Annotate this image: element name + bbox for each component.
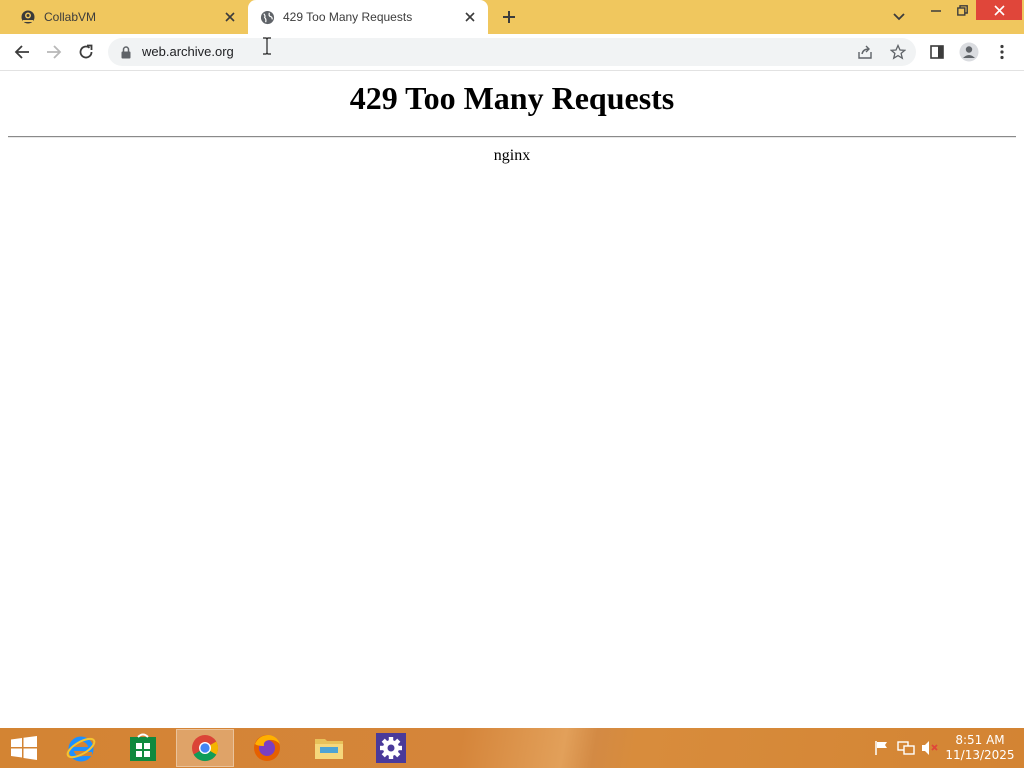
- side-panel-icon: [930, 45, 944, 59]
- address-bar[interactable]: web.archive.org: [108, 38, 916, 66]
- divider: [8, 136, 1016, 138]
- taskbar-file-explorer[interactable]: [300, 729, 358, 767]
- forward-button[interactable]: [41, 39, 67, 65]
- plus-icon: [503, 11, 515, 23]
- avatar-icon: [959, 42, 979, 62]
- page-heading: 429 Too Many Requests: [349, 80, 675, 116]
- tab-label: CollabVM: [44, 10, 97, 24]
- chrome-icon: [192, 735, 219, 762]
- url-text[interactable]: web.archive.org: [142, 38, 234, 66]
- store-icon: [130, 733, 156, 761]
- network-icon[interactable]: [897, 740, 915, 756]
- menu-button[interactable]: [989, 39, 1015, 65]
- clock-date: 11/13/2025: [945, 748, 1015, 762]
- chevron-down-icon: [893, 13, 905, 21]
- new-tab-button[interactable]: [498, 6, 520, 28]
- firefox-icon: [254, 735, 280, 761]
- reload-button[interactable]: [73, 39, 99, 65]
- minimize-icon: [931, 10, 941, 12]
- arrow-left-icon: [14, 45, 29, 59]
- taskbar-settings[interactable]: [362, 729, 420, 767]
- taskbar-firefox[interactable]: [238, 729, 296, 767]
- server-signature: nginx: [493, 147, 531, 164]
- clock-time: 8:51 AM: [955, 733, 1005, 747]
- web-page: 429 Too Many Requests nginx: [0, 72, 1024, 728]
- taskbar-internet-explorer[interactable]: [52, 729, 110, 767]
- restore-button[interactable]: [950, 0, 974, 20]
- globe-icon: [259, 9, 275, 25]
- restore-icon: [956, 4, 968, 16]
- minimize-button[interactable]: [924, 0, 948, 20]
- windows-logo-icon: [11, 736, 37, 760]
- tab-label: 429 Too Many Requests: [283, 10, 413, 24]
- gear-icon: [376, 733, 406, 763]
- volume-muted-icon[interactable]: [921, 740, 939, 756]
- close-icon[interactable]: [461, 8, 479, 26]
- share-icon[interactable]: [855, 42, 875, 62]
- internet-explorer-icon: [66, 736, 96, 762]
- close-icon: [993, 4, 1005, 16]
- action-center-flag-icon[interactable]: [873, 740, 891, 756]
- close-icon[interactable]: [221, 8, 239, 26]
- tab-search-button[interactable]: [888, 7, 910, 27]
- taskbar-chrome[interactable]: [176, 729, 234, 767]
- window-close-button[interactable]: [976, 0, 1022, 20]
- taskbar-store[interactable]: [114, 729, 172, 767]
- tab-429-too-many-requests[interactable]: 429 Too Many Requests: [248, 0, 488, 34]
- back-button[interactable]: [9, 39, 35, 65]
- browser-toolbar: web.archive.org: [0, 34, 1024, 71]
- tab-strip: CollabVM 429 Too Many Requests: [0, 0, 1024, 34]
- taskbar-clock[interactable]: 8:51 AM 11/13/2025: [944, 733, 1016, 763]
- taskbar: [0, 728, 1024, 768]
- lock-icon[interactable]: [120, 45, 132, 59]
- side-panel-button[interactable]: [924, 39, 950, 65]
- arrow-right-icon: [47, 45, 62, 59]
- profile-button[interactable]: [956, 39, 982, 65]
- tab-collabvm[interactable]: CollabVM: [8, 0, 248, 34]
- reload-icon: [79, 44, 93, 59]
- start-button[interactable]: [0, 729, 48, 767]
- kebab-menu-icon: [1000, 44, 1004, 60]
- collabvm-icon: [20, 9, 36, 25]
- text-cursor-icon: [263, 37, 271, 55]
- bookmark-star-icon[interactable]: [888, 42, 908, 62]
- folder-icon: [315, 739, 343, 759]
